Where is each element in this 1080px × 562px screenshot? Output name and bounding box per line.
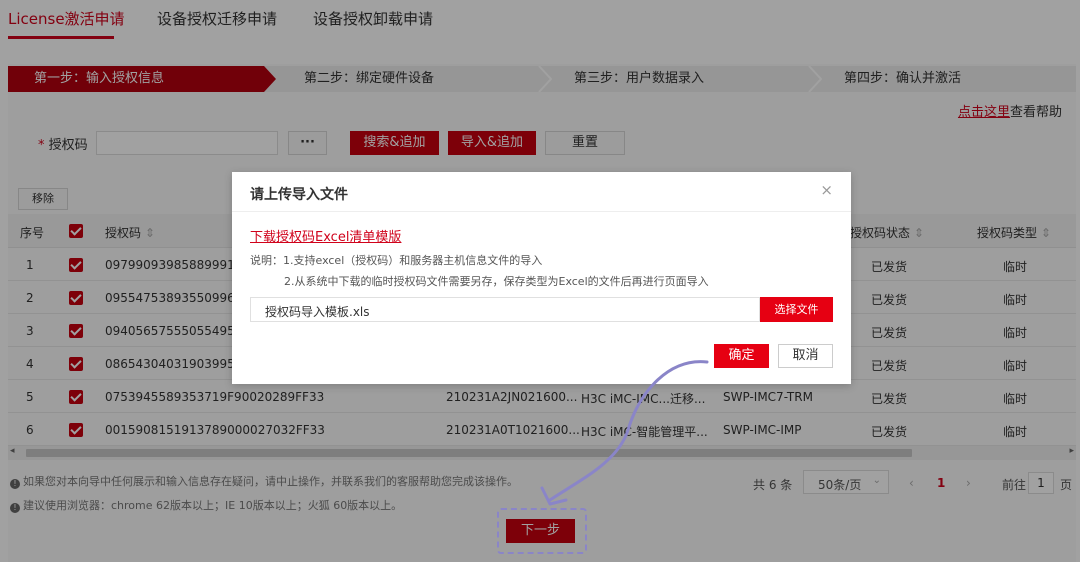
confirm-button[interactable]: 确定: [714, 344, 769, 368]
close-icon[interactable]: ×: [820, 181, 833, 199]
selected-file-name: 授权码导入模板.xls: [265, 305, 370, 319]
dialog-divider: [232, 211, 851, 212]
description-line-2: 2.从系统中下载的临时授权码文件需要另存，保存类型为Excel的文件后再进行页面…: [284, 275, 709, 288]
description-line-1: 说明：1.支持excel（授权码）和服务器主机信息文件的导入: [250, 254, 543, 267]
choose-file-button[interactable]: 选择文件: [760, 297, 833, 322]
next-step-highlight-box: [497, 508, 587, 554]
file-path-field[interactable]: 授权码导入模板.xls: [250, 297, 760, 322]
cancel-button[interactable]: 取消: [778, 344, 833, 368]
dialog-title: 请上传导入文件: [250, 187, 348, 203]
annotation-arrow-icon: [540, 360, 709, 506]
download-template-link[interactable]: 下载授权码Excel清单模版: [250, 226, 401, 245]
